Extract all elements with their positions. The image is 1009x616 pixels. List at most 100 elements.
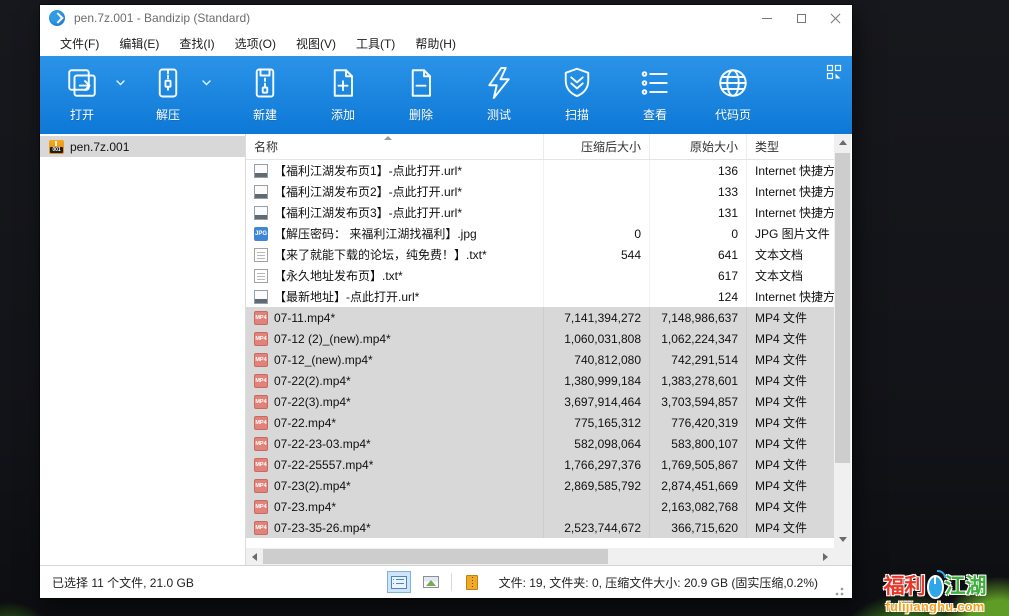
table-row[interactable]: MP407-22-25557.mp4*1,766,297,3761,769,50… xyxy=(246,454,834,475)
original-size: 641 xyxy=(650,244,747,265)
file-type: JPG 图片文件 xyxy=(747,223,834,244)
file-name: 07-23(2).mp4* xyxy=(274,479,351,493)
table-row[interactable]: 【福利江湖发布页1】-点此打开.url*136Internet 快捷方式 xyxy=(246,160,834,181)
menu-item-tools[interactable]: 工具(T) xyxy=(346,31,405,56)
chevron-down-icon[interactable] xyxy=(196,63,216,103)
mp4-file-icon: MP4 xyxy=(254,332,268,346)
selection-summary: 已选择 11 个文件, 21.0 GB xyxy=(52,574,377,591)
original-size: 131 xyxy=(650,202,747,223)
column-header-type[interactable]: 类型 xyxy=(747,134,834,159)
layout-toggle-icon[interactable] xyxy=(826,64,842,80)
bandizip-logo-icon xyxy=(49,10,65,26)
scroll-down-button[interactable] xyxy=(834,531,851,548)
table-row[interactable]: MP407-22(3).mp4*3,697,914,4643,703,594,8… xyxy=(246,391,834,412)
codepage-icon xyxy=(714,63,752,103)
original-size: 1,383,278,601 xyxy=(650,370,747,391)
toolbar-button-open[interactable]: 打开 xyxy=(54,63,110,123)
file-type: MP4 文件 xyxy=(747,307,834,328)
minimize-button[interactable] xyxy=(750,5,784,31)
toolbar-button-test[interactable]: 测试 xyxy=(460,63,538,123)
title-bar[interactable]: pen.7z.001 - Bandizip (Standard) xyxy=(40,5,852,31)
preview-button[interactable] xyxy=(419,571,443,593)
test-icon xyxy=(480,63,518,103)
menu-item-edit[interactable]: 编辑(E) xyxy=(109,31,169,56)
table-row[interactable]: MP407-12 (2)_(new).mp4*1,060,031,8081,06… xyxy=(246,328,834,349)
maximize-button[interactable] xyxy=(784,5,818,31)
file-name: 07-23-35-26.mp4* xyxy=(274,521,371,535)
file-name: 【永久地址发布页】.txt* xyxy=(274,267,403,284)
file-name: 07-22(3).mp4* xyxy=(274,395,351,409)
vertical-scroll-thumb[interactable] xyxy=(835,153,850,463)
menu-item-find[interactable]: 查找(I) xyxy=(169,31,224,56)
file-type: 文本文档 xyxy=(747,265,834,286)
toolbar-button-view[interactable]: 查看 xyxy=(616,63,694,123)
table-row[interactable]: MP407-22-23-03.mp4*582,098,064583,800,10… xyxy=(246,433,834,454)
table-row[interactable]: 【福利江湖发布页2】-点此打开.url*133Internet 快捷方式 xyxy=(246,181,834,202)
table-row[interactable]: 【福利江湖发布页3】-点此打开.url*131Internet 快捷方式 xyxy=(246,202,834,223)
table-row[interactable]: MP407-11.mp4*7,141,394,2727,148,986,637M… xyxy=(246,307,834,328)
menu-item-view[interactable]: 视图(V) xyxy=(286,31,346,56)
sidebar: 001pen.7z.001 xyxy=(40,134,246,565)
url-file-icon xyxy=(254,185,268,199)
main-area: 001pen.7z.001 名称 压缩后大小 原始大小 类型 【福利江湖发布页1… xyxy=(40,134,852,565)
toolbar: 打开解压新建添加删除测试扫描查看代码页 xyxy=(40,56,852,134)
original-size: 366,715,620 xyxy=(650,517,747,538)
chevron-down-icon[interactable] xyxy=(110,63,130,103)
column-header-original-size[interactable]: 原始大小 xyxy=(650,134,747,159)
table-row[interactable]: 【来了就能下载的论坛，纯免费！】.txt*544641文本文档 xyxy=(246,244,834,265)
horizontal-scroll-thumb[interactable] xyxy=(263,549,608,564)
compressed-size xyxy=(544,265,650,286)
original-size: 7,148,986,637 xyxy=(650,307,747,328)
compressed-size: 1,060,031,808 xyxy=(544,328,650,349)
table-row[interactable]: MP407-12_(new).mp4*740,812,080742,291,51… xyxy=(246,349,834,370)
compressed-size: 775,165,312 xyxy=(544,412,650,433)
details-view-button[interactable] xyxy=(387,571,411,593)
table-row[interactable]: 【永久地址发布页】.txt*617文本文档 xyxy=(246,265,834,286)
close-button[interactable] xyxy=(818,5,852,31)
column-header-name[interactable]: 名称 xyxy=(246,134,544,159)
vertical-scrollbar[interactable] xyxy=(834,134,851,548)
menu-item-help[interactable]: 帮助(H) xyxy=(405,31,466,56)
toolbar-button-extract[interactable]: 解压 xyxy=(140,63,196,123)
new-archive-icon xyxy=(246,63,284,103)
table-row[interactable]: MP407-23-35-26.mp4*2,523,744,672366,715,… xyxy=(246,517,834,538)
details-view-icon xyxy=(391,576,407,589)
toolbar-buttons: 打开解压新建添加删除测试扫描查看代码页 xyxy=(54,63,772,123)
column-header-compressed-size[interactable]: 压缩后大小 xyxy=(544,134,650,159)
compressed-size xyxy=(544,286,650,307)
mp4-file-icon: MP4 xyxy=(254,353,268,367)
toolbar-button-add[interactable]: 添加 xyxy=(304,63,382,123)
file-type: MP4 文件 xyxy=(747,328,834,349)
file-type: Internet 快捷方式 xyxy=(747,160,834,181)
sidebar-item-archive[interactable]: 001pen.7z.001 xyxy=(40,136,245,157)
toolbar-button-new[interactable]: 新建 xyxy=(226,63,304,123)
scroll-left-button[interactable] xyxy=(246,548,263,565)
table-row[interactable]: MP407-22.mp4*775,165,312776,420,319MP4 文… xyxy=(246,412,834,433)
scroll-right-button[interactable] xyxy=(817,548,834,565)
table-row[interactable]: MP407-22(2).mp4*1,380,999,1841,383,278,6… xyxy=(246,370,834,391)
open-archive-folder-button[interactable] xyxy=(460,571,484,593)
file-name: 07-11.mp4* xyxy=(274,311,335,325)
scroll-up-button[interactable] xyxy=(834,134,851,151)
window-controls xyxy=(750,5,852,31)
compressed-size: 582,098,064 xyxy=(544,433,650,454)
menu-item-file[interactable]: 文件(F) xyxy=(50,31,109,56)
file-name: 07-22-23-03.mp4* xyxy=(274,437,371,451)
horizontal-scrollbar[interactable] xyxy=(246,548,834,565)
menu-item-options[interactable]: 选项(O) xyxy=(225,31,286,56)
resize-grip[interactable] xyxy=(832,584,844,596)
original-size: 3,703,594,857 xyxy=(650,391,747,412)
toolbar-button-scan[interactable]: 扫描 xyxy=(538,63,616,123)
mouse-icon xyxy=(927,575,944,599)
original-size: 1,062,224,347 xyxy=(650,328,747,349)
table-row[interactable]: JPG【解压密码： 来福利江湖找福利】.jpg00JPG 图片文件 xyxy=(246,223,834,244)
archive-volume-icon: 001 xyxy=(49,140,64,154)
original-size: 0 xyxy=(650,223,747,244)
extract-icon xyxy=(149,63,187,103)
file-type: Internet 快捷方式 xyxy=(747,202,834,223)
toolbar-button-delete[interactable]: 删除 xyxy=(382,63,460,123)
table-row[interactable]: MP407-23(2).mp4*2,869,585,7922,874,451,6… xyxy=(246,475,834,496)
table-row[interactable]: MP407-23.mp4*2,163,082,768MP4 文件 xyxy=(246,496,834,517)
table-row[interactable]: 【最新地址】-点此打开.url*124Internet 快捷方式 xyxy=(246,286,834,307)
toolbar-button-codepage[interactable]: 代码页 xyxy=(694,63,772,123)
